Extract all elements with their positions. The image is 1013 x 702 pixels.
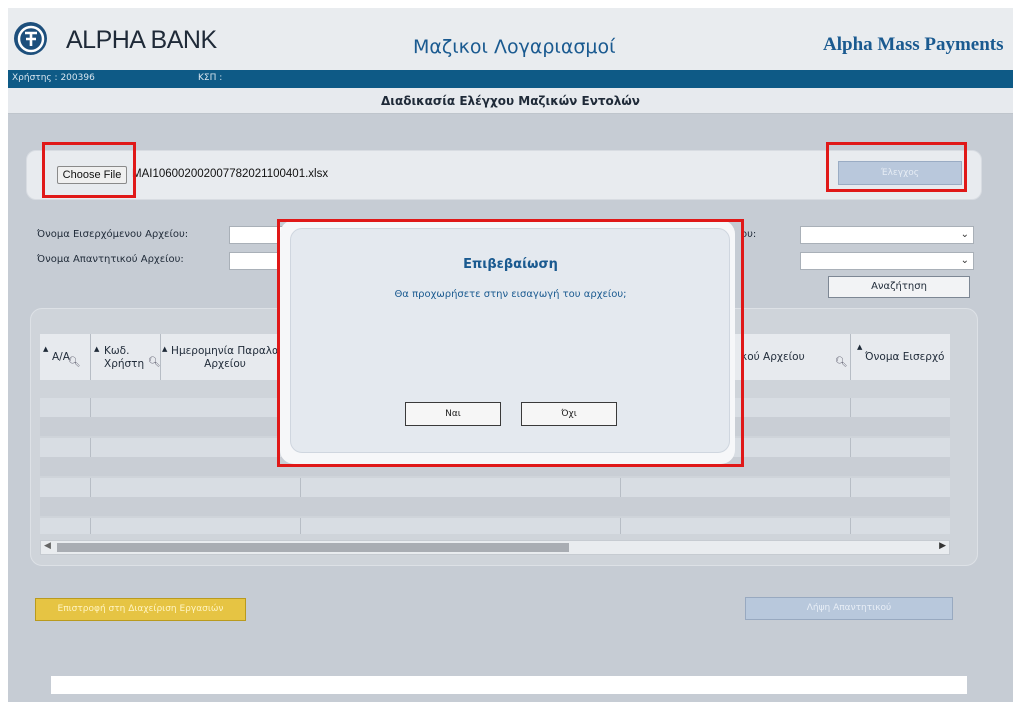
col-header-date[interactable]: Ημερομηνία Παραλα Αρχείου — [170, 345, 280, 371]
confirm-yes-button[interactable]: Ναι — [405, 402, 501, 426]
table-row[interactable] — [40, 478, 950, 497]
user-info-bar: Χρήστης : 200396 ΚΣΠ : — [8, 70, 1013, 88]
right-filter-label: ου: — [741, 229, 757, 240]
col-header-incoming-file[interactable]: Όνομα Εισερχό — [865, 351, 944, 364]
brand-name: ALPHA BANK — [66, 26, 217, 54]
choose-file-button[interactable]: Choose File — [57, 166, 127, 184]
chevron-down-icon: ⌄ — [960, 229, 969, 240]
sort-icon[interactable]: ▲ — [94, 345, 99, 353]
status-bar — [51, 676, 967, 694]
confirm-dialog-title: Επιβεβαίωση — [463, 257, 558, 272]
back-to-jobs-button[interactable]: Επιστροφή στη Διαχείριση Εργασιών — [35, 598, 246, 621]
col-header-user-code[interactable]: Κωδ. Χρήστη — [104, 345, 150, 371]
user-id: Χρήστης : 200396 — [12, 73, 95, 83]
sort-icon[interactable]: ▲ — [162, 345, 167, 353]
header-center-title: Μαζικοι Λογαριασμοί — [413, 36, 616, 58]
confirm-dialog-message: Θα προχωρήσετε στην εισαγωγή του αρχείου… — [394, 289, 627, 300]
header-right-title: Alpha Mass Payments — [823, 34, 1004, 55]
table-row[interactable] — [40, 497, 950, 516]
alpha-bank-logo-icon — [14, 22, 47, 55]
search-column-icon[interactable]: 🔍︎ — [148, 357, 161, 368]
download-reply-button[interactable]: Λήψη Απαντητικού — [745, 597, 953, 620]
confirm-no-button[interactable]: Όχι — [521, 402, 617, 426]
search-column-icon[interactable]: 🔍︎ — [835, 357, 848, 368]
sort-icon[interactable]: ▲ — [43, 345, 48, 353]
selected-file-name: MAI106002002007782021100401.xlsx — [132, 168, 329, 180]
col-header-reply-file[interactable]: κού Αρχείου — [741, 351, 805, 364]
ksp-label: ΚΣΠ : — [198, 73, 223, 83]
app-header: ALPHA BANK Μαζικοι Λογαριασμοί Alpha Mas… — [8, 8, 1013, 70]
right-filter-select-1[interactable]: ⌄ — [800, 226, 974, 244]
incoming-file-label: Όνομα Εισερχόμενου Αρχείου: — [37, 229, 189, 240]
horizontal-scrollbar[interactable]: ◀ ▶ — [40, 540, 950, 555]
scrollbar-thumb[interactable] — [57, 543, 569, 552]
check-button[interactable]: Έλεγχος — [838, 161, 962, 185]
sort-icon[interactable]: ▲ — [857, 343, 862, 351]
scroll-right-icon[interactable]: ▶ — [939, 541, 946, 551]
scroll-left-icon[interactable]: ◀ — [44, 541, 51, 551]
page-title: Διαδικασία Ελέγχου Μαζικών Εντολών — [8, 88, 1013, 114]
search-column-icon[interactable]: 🔍︎ — [68, 357, 81, 368]
table-row[interactable] — [40, 518, 950, 534]
